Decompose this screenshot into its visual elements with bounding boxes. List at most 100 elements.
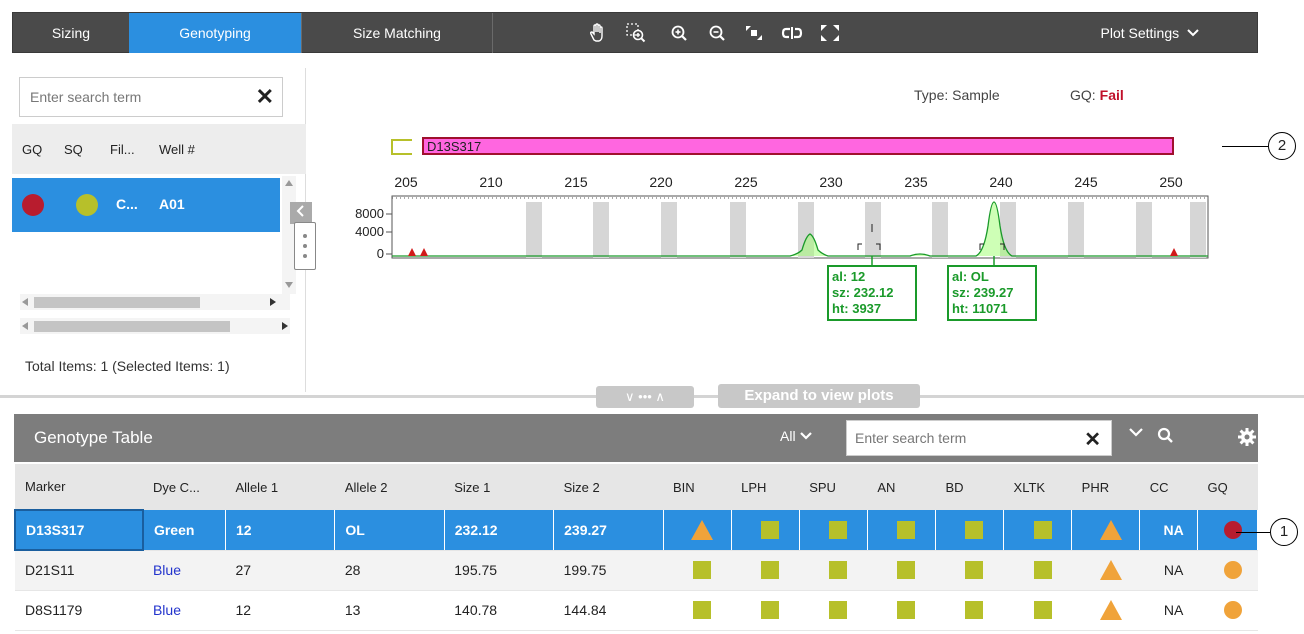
filter-dropdown[interactable]: All: [780, 428, 813, 444]
clear-search-icon[interactable]: ✕: [1084, 427, 1101, 452]
col-file[interactable]: Fil...: [110, 142, 135, 157]
scroll-thumb[interactable]: [34, 297, 200, 308]
allele1-cell[interactable]: 12: [225, 510, 336, 551]
pass-square-icon: [1033, 561, 1052, 580]
collapse-panel-button[interactable]: [290, 202, 312, 224]
col-size2[interactable]: Size 2: [553, 464, 663, 510]
zoom-out-icon[interactable]: [707, 23, 729, 43]
col-dye[interactable]: Dye C...: [142, 464, 226, 510]
marker-cell[interactable]: D13S317: [14, 509, 144, 551]
col-bin[interactable]: BIN: [663, 464, 732, 510]
x-tick-labels: 205 210 215 220 225 230 235 240 245 250: [394, 174, 1183, 190]
x-tick: 205: [394, 174, 418, 190]
marker-cell[interactable]: D8S1179: [15, 590, 143, 631]
dye-cell: Blue: [142, 590, 226, 631]
pass-square-icon: [829, 601, 848, 620]
sample-search-input[interactable]: [20, 78, 240, 116]
electropherogram-plot[interactable]: D13S317 205 210 215 220 225 230 235 240 …: [320, 126, 1220, 336]
callout-line: [1222, 146, 1268, 147]
expand-icon[interactable]: [819, 23, 841, 43]
gq-fail-icon: [22, 194, 44, 216]
pass-square-icon: [1033, 601, 1052, 620]
lph-cell: [731, 590, 800, 631]
tab-size-matching[interactable]: Size Matching: [301, 13, 493, 53]
pan-hand-icon[interactable]: [587, 23, 609, 43]
col-allele1[interactable]: Allele 1: [225, 464, 335, 510]
allele2-cell[interactable]: OL: [334, 510, 445, 551]
fit-to-view-icon[interactable]: [743, 23, 765, 43]
col-marker[interactable]: Marker: [15, 464, 143, 510]
scroll-right-icon[interactable]: [270, 298, 276, 306]
size1-cell: 140.78: [444, 590, 554, 631]
zoom-box-icon[interactable]: [625, 23, 647, 43]
pass-square-icon: [761, 561, 780, 580]
x-tick: 235: [904, 174, 928, 190]
col-lph[interactable]: LPH: [731, 464, 800, 510]
scroll-right-icon[interactable]: [282, 322, 288, 330]
col-an[interactable]: AN: [867, 464, 936, 510]
gq-check-icon: [1223, 561, 1242, 580]
col-cc[interactable]: CC: [1139, 464, 1198, 510]
table-row[interactable]: D13S317 Green 12 OL 232.12 239.27 NA: [14, 509, 1258, 551]
gear-icon[interactable]: [1236, 426, 1258, 448]
expand-to-view-plots[interactable]: Expand to view plots: [718, 384, 920, 408]
genotype-search-input[interactable]: [847, 421, 1057, 455]
pass-square-icon: [897, 561, 916, 580]
col-size1[interactable]: Size 1: [444, 464, 554, 510]
svg-text:ht: 3937: ht: 3937: [832, 301, 881, 316]
spu-cell: [799, 510, 868, 551]
allele1-cell[interactable]: 27: [225, 550, 335, 591]
gq-check-icon: [1223, 601, 1242, 620]
col-spu[interactable]: SPU: [799, 464, 868, 510]
zoom-in-icon[interactable]: [669, 23, 691, 43]
table-row[interactable]: D8S1179 Blue 12 13 140.78 144.84 NA: [15, 590, 1258, 631]
col-gq[interactable]: GQ: [1197, 464, 1258, 510]
allele2-cell[interactable]: 13: [334, 590, 445, 631]
allele2-cell[interactable]: 28: [334, 550, 445, 591]
gq-cell: [1197, 590, 1258, 631]
col-sq[interactable]: SQ: [64, 142, 83, 157]
scroll-up-icon[interactable]: [285, 180, 293, 186]
x-tick: 225: [734, 174, 758, 190]
col-well[interactable]: Well #: [159, 142, 195, 157]
col-allele2[interactable]: Allele 2: [334, 464, 445, 510]
scroll-down-icon[interactable]: [285, 282, 293, 288]
scroll-left-icon[interactable]: [22, 322, 28, 330]
plot-settings-menu[interactable]: Plot Settings: [1101, 13, 1200, 53]
sq-flag-icon: [76, 194, 98, 216]
svg-text:ht: 11071: ht: 11071: [952, 301, 1008, 316]
marker-bar[interactable]: [422, 137, 1174, 155]
chevron-down-icon[interactable]: [1128, 426, 1144, 438]
search-icon[interactable]: [1156, 426, 1176, 446]
an-cell: [867, 550, 936, 591]
splitter-controls[interactable]: ∨ ••• ∧: [596, 386, 694, 408]
phr-cell: [1071, 510, 1141, 551]
link-icon[interactable]: [781, 23, 803, 43]
sample-row[interactable]: C... A01: [12, 178, 280, 232]
scroll-left-icon[interactable]: [22, 298, 28, 306]
cc-cell: NA: [1139, 550, 1198, 591]
sample-horizontal-scrollbar-2[interactable]: [20, 318, 290, 334]
x-tick: 240: [989, 174, 1013, 190]
xltk-cell: [1003, 510, 1073, 551]
tab-genotyping[interactable]: Genotyping: [129, 13, 301, 53]
lph-cell: [731, 550, 800, 591]
pass-square-icon: [693, 561, 712, 580]
clear-search-icon[interactable]: ✕: [256, 86, 274, 108]
allele1-cell[interactable]: 12: [225, 590, 335, 631]
tab-sizing[interactable]: Sizing: [13, 13, 129, 53]
col-xltk[interactable]: XLTK: [1003, 464, 1072, 510]
callout-1: 1: [1270, 518, 1298, 546]
col-bd[interactable]: BD: [935, 464, 1004, 510]
sample-horizontal-scrollbar[interactable]: [20, 294, 290, 310]
gq-cell: [1197, 550, 1258, 591]
col-phr[interactable]: PHR: [1071, 464, 1140, 510]
size2-cell: 199.75: [553, 550, 663, 591]
panel-resize-handle[interactable]: [294, 222, 316, 270]
table-row[interactable]: D21S11 Blue 27 28 195.75 199.75 NA: [15, 550, 1258, 591]
col-gq[interactable]: GQ: [22, 142, 42, 157]
cc-cell: NA: [1139, 590, 1198, 631]
scroll-thumb-2[interactable]: [34, 321, 230, 332]
marker-cell[interactable]: D21S11: [15, 550, 143, 591]
pass-square-icon: [1033, 520, 1052, 539]
